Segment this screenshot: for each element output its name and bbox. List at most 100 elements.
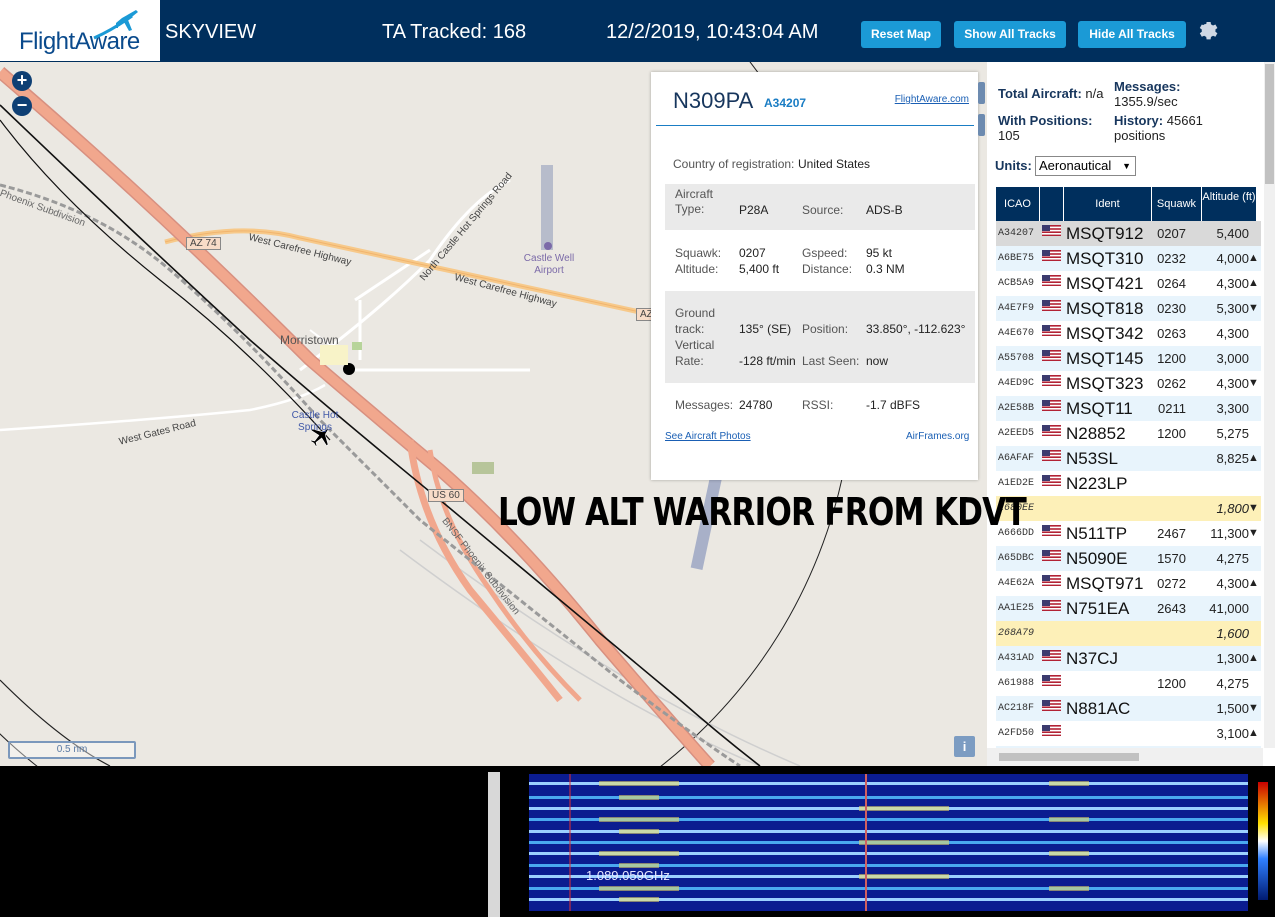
country-label: Country of registration: [673, 157, 795, 171]
table-row[interactable]: ACB5A9 MSQT421 0264 4,300 ▲ [996, 271, 1261, 296]
vertical-scrollbar[interactable] [1264, 62, 1275, 748]
us-flag-icon [1042, 671, 1061, 696]
az74-shield: AZ 74 [186, 237, 221, 250]
us-flag-icon [1042, 546, 1061, 571]
table-row[interactable]: A4E7F9 MSQT818 0230 5,300 ▼ [996, 296, 1261, 321]
cell-icao: A4E670 [998, 328, 1035, 339]
airframes-link[interactable]: AirFrames.org [906, 431, 969, 442]
table-row[interactable]: A61988 1200 4,275 [996, 671, 1261, 696]
history: History: 45661 positions [1114, 113, 1224, 143]
panel-toggle-1[interactable] [978, 82, 985, 104]
popup-hex[interactable]: A34207 [764, 96, 806, 110]
cell-icao: A34207 [998, 228, 1035, 239]
country-value: United States [798, 157, 871, 171]
table-row[interactable]: A34207 MSQT912 0207 5,400 [996, 221, 1261, 246]
us-flag-icon [1042, 696, 1061, 721]
col-header-ident[interactable]: Ident [1064, 187, 1152, 221]
table-row[interactable]: A2EED5 N28852 1200 5,275 [996, 421, 1261, 446]
spectrum-divider [488, 772, 500, 917]
cell-ident: N223LP [1066, 474, 1128, 493]
col-header-squawk[interactable]: Squawk [1152, 187, 1202, 221]
waterfall-signal [599, 781, 679, 786]
table-row[interactable]: A4E62A MSQT971 0272 4,300 ▲ [996, 571, 1261, 596]
us-flag-icon [1042, 571, 1061, 596]
cell-squawk [1156, 621, 1186, 646]
units-selected-value: Aeronautical [1039, 158, 1112, 173]
units-select[interactable]: Aeronautical ▼ [1035, 156, 1136, 176]
cell-altitude: 4,300 [1216, 376, 1249, 391]
cell-icao: A55708 [998, 353, 1035, 364]
panel-toggle-2[interactable] [978, 114, 985, 136]
cell-squawk: 1200 [1157, 426, 1186, 441]
horizontal-scroll-thumb[interactable] [999, 753, 1139, 761]
table-row[interactable]: A431AD N37CJ 1,300 ▲ [996, 646, 1261, 671]
col-header-icao[interactable]: ICAO [996, 187, 1040, 221]
vertical-trend-icon [1248, 621, 1258, 646]
last-seen-label: Last Seen: [802, 354, 860, 368]
settings-gear-icon[interactable] [1196, 19, 1220, 43]
table-row[interactable]: AA1E25 N751EA 2643 41,000 [996, 596, 1261, 621]
zoom-in-button[interactable]: + [12, 71, 32, 91]
table-row[interactable]: A2E58B MSQT11 0211 3,300 [996, 396, 1261, 421]
vertical-trend-icon: ▼ [1248, 502, 1259, 514]
cell-squawk: 0264 [1157, 276, 1186, 291]
vertical-trend-icon: ▼ [1248, 527, 1259, 539]
table-row[interactable]: A2FD50 3,100 ▲ [996, 721, 1261, 746]
cell-icao: ACB5A9 [998, 278, 1035, 289]
table-row[interactable]: A6AFAF N53SL 8,825 ▲ [996, 446, 1261, 471]
total-aircraft-label: Total Aircraft: [998, 86, 1082, 101]
altitude-value: 5,400 ft [739, 262, 780, 276]
table-row[interactable]: A4ED9C MSQT323 0262 4,300 ▼ [996, 371, 1261, 396]
vertical-scroll-thumb[interactable] [1265, 64, 1274, 184]
table-row[interactable]: A4E670 MSQT342 0263 4,300 [996, 321, 1261, 346]
cell-squawk: 0207 [1157, 226, 1186, 241]
table-row[interactable]: 2680EE 1,800 ▼ [996, 496, 1261, 521]
chevron-down-icon: ▼ [1122, 161, 1131, 171]
with-positions-label: With Positions: [998, 113, 1093, 128]
col-header-flag[interactable] [1040, 187, 1064, 221]
cell-icao: AC218F [998, 703, 1035, 714]
table-row[interactable]: A666DD N511TP 2467 11,300 ▼ [996, 521, 1261, 546]
total-aircraft-value: n/a [1085, 86, 1104, 101]
col-header-altitude[interactable]: Altitude (ft) [1202, 187, 1257, 221]
table-row[interactable]: A1ED2E N223LP [996, 471, 1261, 496]
waterfall-display[interactable] [529, 774, 1248, 911]
top-header: FlightAware SKYVIEW TA Tracked: 168 12/2… [0, 0, 1275, 62]
aircraft-photos-link[interactable]: See Aircraft Photos [665, 431, 751, 442]
flightaware-logo[interactable]: FlightAware [0, 0, 160, 61]
cell-icao: A6AFAF [998, 453, 1035, 464]
vertical-trend-icon [1248, 346, 1258, 371]
map-info-button[interactable]: i [954, 736, 975, 757]
vertical-rate-label: Vertical Rate: [675, 338, 715, 368]
cell-ident: N37CJ [1066, 649, 1118, 668]
vertical-trend-icon [1248, 596, 1258, 621]
table-row[interactable]: A65DBC N5090E 1570 4,275 [996, 546, 1261, 571]
table-row[interactable]: AC218F N881AC 1,500 ▼ [996, 696, 1261, 721]
us60-shield: US 60 [428, 489, 464, 502]
vertical-trend-icon [1248, 421, 1258, 446]
vertical-trend-icon: ▲ [1248, 652, 1259, 664]
cell-squawk: 0263 [1157, 326, 1186, 341]
position-value: 33.850°, -112.623° [866, 322, 966, 336]
hide-all-tracks-button[interactable]: Hide All Tracks [1078, 21, 1186, 48]
vertical-trend-icon [1248, 546, 1258, 571]
cell-icao: A2EED5 [998, 428, 1035, 439]
table-row[interactable]: A55708 MSQT145 1200 3,000 [996, 346, 1261, 371]
messages-value: 24780 [739, 398, 773, 412]
cell-altitude: 1,800 [1216, 501, 1249, 516]
flightaware-link[interactable]: FlightAware.com [895, 94, 969, 105]
show-all-tracks-button[interactable]: Show All Tracks [954, 21, 1066, 48]
reset-map-button[interactable]: Reset Map [861, 21, 941, 48]
table-row[interactable]: A6BE75 MSQT310 0232 4,000 ▲ [996, 246, 1261, 271]
us-flag-icon [1042, 596, 1061, 621]
cell-squawk: 0230 [1157, 301, 1186, 316]
zoom-out-button[interactable]: − [12, 96, 32, 116]
waterfall-signal [599, 851, 679, 856]
map-scale-bar: 0.5 nm [8, 741, 136, 759]
vertical-trend-icon: ▼ [1248, 702, 1259, 714]
us-flag-icon [1042, 246, 1061, 271]
table-row[interactable]: 268A79 1,600 [996, 621, 1261, 646]
us-flag-icon [1042, 271, 1061, 296]
cell-altitude: 4,300 [1216, 576, 1249, 591]
horizontal-scrollbar[interactable] [987, 748, 1263, 766]
